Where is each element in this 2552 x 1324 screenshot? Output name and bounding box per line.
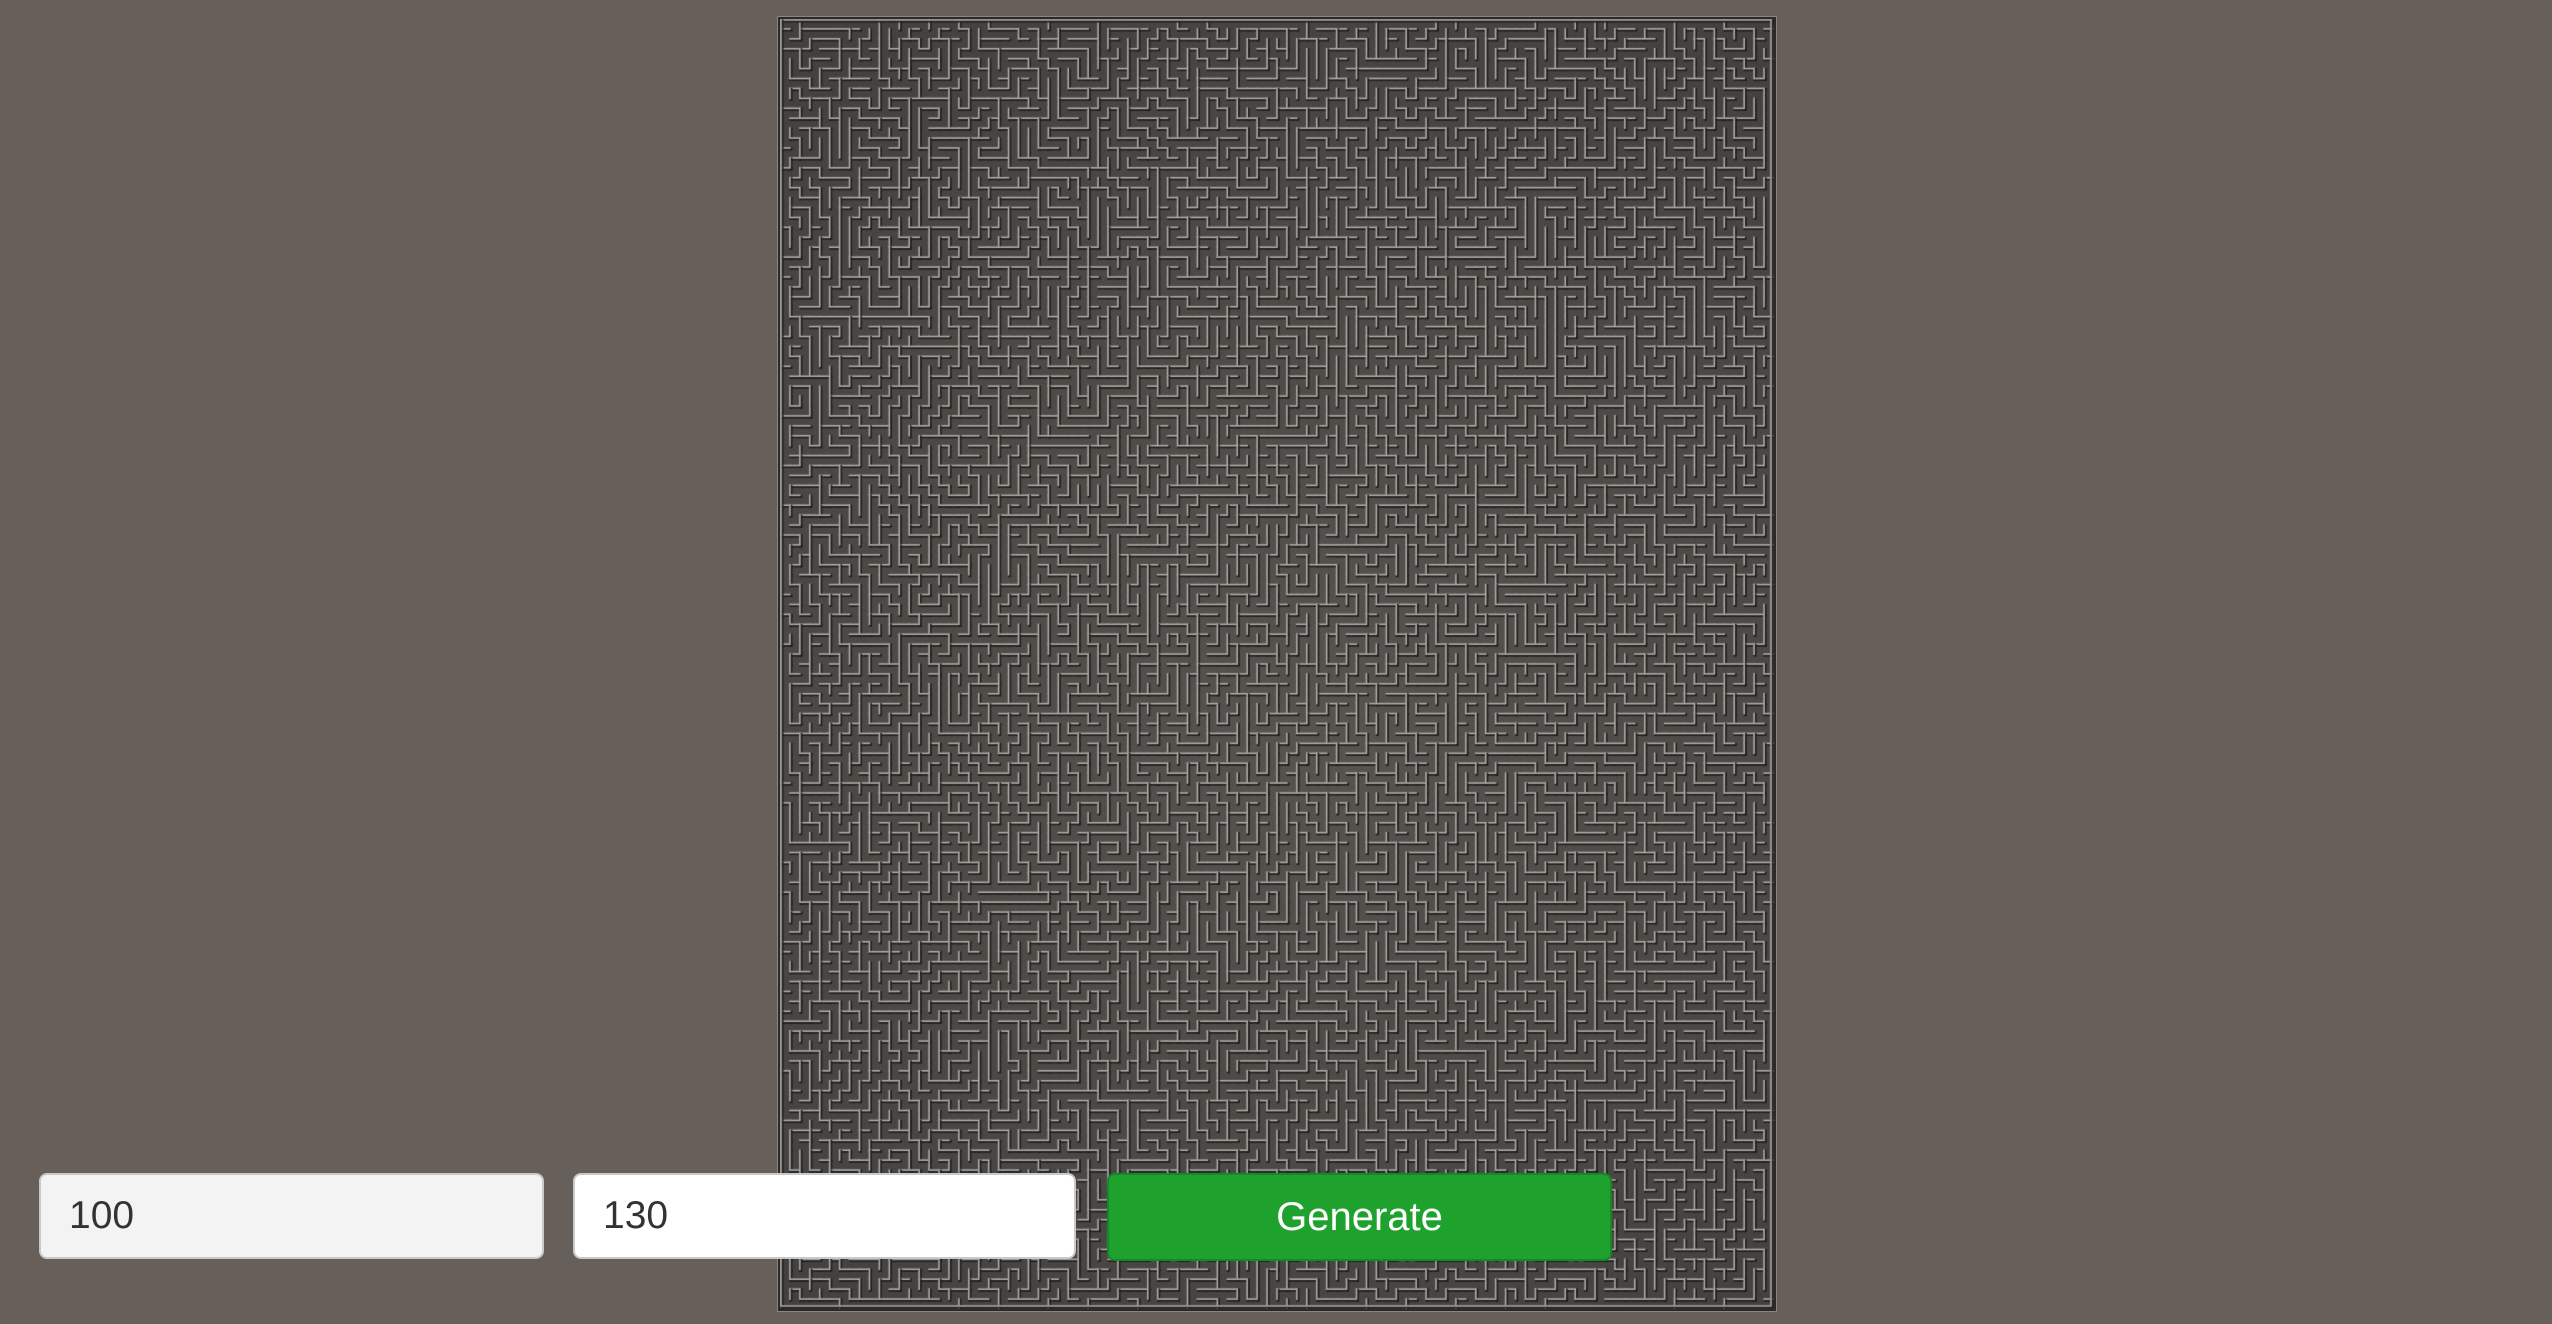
maze-width-input[interactable] <box>39 1173 544 1259</box>
maze-image <box>780 19 1774 1309</box>
generate-button[interactable]: Generate <box>1107 1173 1612 1261</box>
maze-height-input[interactable] <box>573 1173 1076 1259</box>
maze-canvas <box>780 19 1774 1309</box>
